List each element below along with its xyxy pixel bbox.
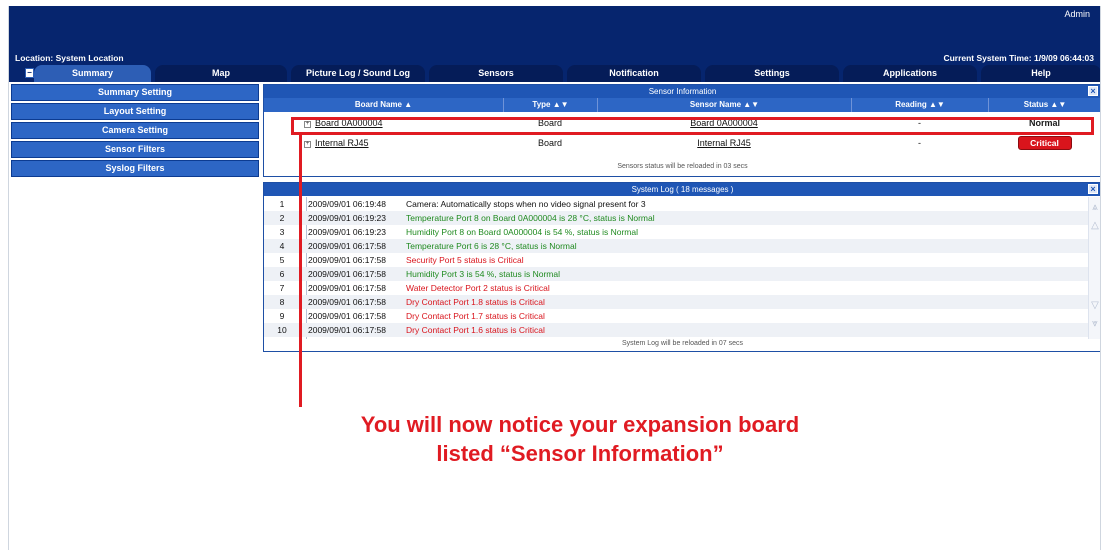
tab-picture-log[interactable]: Picture Log / Sound Log	[291, 65, 425, 82]
col-sensor-name[interactable]: Sensor Name ▲▼	[597, 98, 851, 112]
log-num: 10	[277, 325, 287, 335]
tab-notification[interactable]: Notification	[567, 65, 701, 82]
status-cell: Critical	[988, 136, 1100, 150]
tab-help[interactable]: Help	[981, 65, 1100, 82]
log-num: 9	[279, 311, 285, 321]
log-time: 2009/09/01 06:17:58	[308, 269, 386, 279]
log-message: Camera: Automatically stops when no vide…	[406, 199, 646, 209]
callout-line-1: You will now notice your expansion board	[360, 412, 800, 437]
scroll-down-icon[interactable]: ▽	[1089, 299, 1100, 313]
log-message: Dry Contact Port 1.7 status is Critical	[406, 311, 545, 321]
log-row: 4 2009/09/01 06:17:58 Temperature Port 6 i…	[264, 239, 1092, 253]
log-time: 2009/09/01 06:17:58	[308, 283, 386, 293]
log-num: 5	[279, 255, 285, 265]
scroll-up-icon[interactable]: △	[1089, 219, 1100, 233]
log-time: 2009/09/01 06:19:23	[308, 213, 386, 223]
log-num: 4	[279, 241, 285, 251]
log-time: 2009/09/01 06:19:23	[308, 227, 386, 237]
log-message: Dry Contact Port 1.8 status is Critical	[406, 297, 545, 307]
log-panel-title-text: System Log ( 18 messages )	[631, 185, 734, 194]
tab-summary[interactable]: Summary	[34, 65, 151, 82]
log-time: 2009/09/01 06:19:48	[308, 199, 386, 209]
system-time: Current System Time: 1/9/09 06:44:03	[943, 53, 1094, 63]
sidebar-item-sensor-filters[interactable]: Sensor Filters	[11, 141, 259, 158]
sensor-panel-title: Sensor Information ×	[264, 85, 1100, 98]
log-message: Temperature Port 6 is 28 °C, status is N…	[406, 241, 577, 251]
callout-line-2: listed “Sensor Information”	[436, 441, 724, 466]
sidebar-item-camera-setting[interactable]: Camera Setting	[11, 122, 259, 139]
sidebar-item-summary-setting[interactable]: Summary Setting	[11, 84, 259, 101]
highlight-box	[291, 117, 1094, 135]
log-row: 9 2009/09/01 06:17:58 Dry Contact Port 1.7…	[264, 309, 1092, 323]
tab-settings[interactable]: Settings	[705, 65, 839, 82]
col-status[interactable]: Status ▲▼	[988, 98, 1100, 112]
log-time: 2009/09/01 06:17:58	[308, 255, 386, 265]
log-num: 8	[279, 297, 285, 307]
log-time: 2009/09/01 06:17:58	[308, 241, 386, 251]
reading-cell: -	[918, 138, 921, 148]
close-icon[interactable]: ×	[1088, 86, 1098, 96]
table-row: + Internal RJ45 Board Internal RJ45 - Cri…	[264, 136, 1100, 150]
tab-applications[interactable]: Applications	[843, 65, 977, 82]
col-board-name[interactable]: Board Name ▲	[264, 98, 503, 112]
plus-square-icon[interactable]: +	[304, 141, 311, 148]
log-message: Humidity Port 3 is 54 %, status is Norma…	[406, 269, 560, 279]
app-window: Admin Location: System Location Current …	[8, 6, 1101, 550]
sensor-panel-title-text: Sensor Information	[648, 87, 717, 96]
log-row: 10 2009/09/01 06:17:58 Dry Contact Port 1.…	[264, 323, 1092, 337]
admin-link[interactable]: Admin	[1064, 9, 1090, 19]
callout-line	[299, 135, 302, 407]
scroll-top-icon[interactable]: ⩓	[1089, 201, 1100, 215]
log-reload-note: System Log will be reloaded in 07 secs	[621, 340, 743, 347]
log-num: 7	[279, 283, 285, 293]
log-message: Water Detector Port 2 status is Critical	[406, 283, 550, 293]
log-message: Humidity Port 8 on Board 0A000004 is 54 …	[406, 227, 638, 237]
log-message: Temperature Port 8 on Board 0A000004 is …	[406, 213, 655, 223]
log-row: 1 2009/09/01 06:19:48 Camera: Automaticall…	[264, 197, 1092, 211]
log-time: 2009/09/01 06:17:58	[308, 325, 386, 335]
status-critical-button[interactable]: Critical	[1017, 136, 1072, 150]
col-type[interactable]: Type ▲▼	[503, 98, 597, 112]
log-row: 8 2009/09/01 06:17:58 Dry Contact Port 1.8…	[264, 295, 1092, 309]
log-message: Dry Contact Port 1.6 status is Critical	[406, 325, 545, 335]
main-tabs: Summary Map Picture Log / Sound Log Sens…	[34, 65, 1100, 82]
log-scrollbar[interactable]: ⩓ △ ▽ ⩔	[1088, 197, 1100, 339]
log-num: 2	[279, 213, 285, 223]
board-name-cell: + Internal RJ45	[304, 136, 503, 150]
system-log-panel: System Log ( 18 messages ) × 1 2009/09/01…	[263, 182, 1100, 352]
log-message: Security Port 5 status is Critical	[406, 255, 524, 265]
sensor-link[interactable]: Internal RJ45	[697, 138, 751, 148]
sensor-table-header: Board Name ▲ Type ▲▼ Sensor Name ▲▼ Read…	[264, 98, 1100, 112]
log-row: 7 2009/09/01 06:17:58 Water Detector Port …	[264, 281, 1092, 295]
location-label: Location: System Location	[15, 53, 124, 63]
log-time: 2009/09/01 06:17:58	[308, 311, 386, 321]
log-row: 6 2009/09/01 06:17:58 Humidity Port 3 is 5…	[264, 267, 1092, 281]
callout-text: You will now notice your expansion board…	[285, 410, 875, 468]
sensor-name-cell: Internal RJ45	[597, 136, 851, 150]
type-cell: Board	[537, 138, 563, 148]
log-num: 1	[279, 199, 285, 209]
log-row: 2 2009/09/01 06:19:23 Temperature Port 8 o…	[264, 211, 1092, 225]
collapse-icon[interactable]: −	[25, 68, 34, 78]
sidebar-item-syslog-filters[interactable]: Syslog Filters	[11, 160, 259, 177]
scroll-bottom-icon[interactable]: ⩔	[1089, 317, 1100, 331]
log-num: 3	[279, 227, 285, 237]
tab-sensors[interactable]: Sensors	[429, 65, 563, 82]
sidebar-item-layout-setting[interactable]: Layout Setting	[11, 103, 259, 120]
col-reading[interactable]: Reading ▲▼	[851, 98, 988, 112]
board-link[interactable]: Internal RJ45	[315, 138, 369, 148]
log-num: 6	[279, 269, 285, 279]
tab-map[interactable]: Map	[155, 65, 287, 82]
sidebar: Summary Setting Layout Setting Camera Se…	[11, 84, 259, 179]
log-time: 2009/09/01 06:17:58	[308, 297, 386, 307]
log-panel-title: System Log ( 18 messages ) ×	[264, 183, 1100, 196]
close-icon[interactable]: ×	[1088, 184, 1098, 194]
log-row: 3 2009/09/01 06:19:23 Humidity Port 8 on B…	[264, 225, 1092, 239]
log-row: 5 2009/09/01 06:17:58 Security Port 5 stat…	[264, 253, 1092, 267]
sensor-reload-note: Sensors status will be reloaded in 03 se…	[617, 163, 748, 170]
